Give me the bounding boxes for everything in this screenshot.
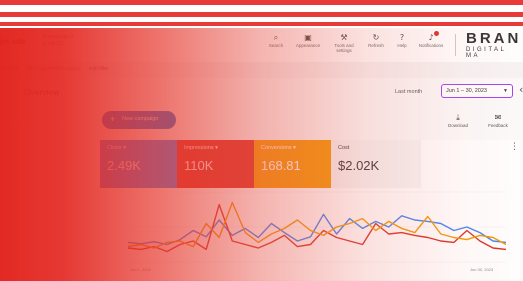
account-selector[interactable]: A campaign 2 ic ma C3 bbox=[43, 34, 73, 48]
account-name: A campaign 2 bbox=[43, 34, 74, 40]
download-label: Download bbox=[447, 123, 468, 128]
x-axis-start-label: Jun 1, 2023 bbox=[130, 267, 151, 272]
metric-value: 2.49K bbox=[107, 158, 141, 173]
chevron-down-icon: ▼ bbox=[503, 88, 508, 94]
notification-badge bbox=[434, 31, 439, 36]
notifications-button[interactable]: ♪ Notifications bbox=[413, 32, 449, 48]
search-label: Search bbox=[268, 43, 284, 48]
metric-name: Clicks ▾ bbox=[107, 145, 126, 151]
breadcrumb: Enabled All programme Enabled Add filter bbox=[0, 66, 117, 72]
metric-tile-conversions[interactable]: Conversions ▾ 168.81 bbox=[254, 140, 331, 188]
breadcrumb-item[interactable]: Enabled bbox=[0, 66, 18, 72]
download-button[interactable]: ⤓ Download bbox=[443, 113, 473, 128]
metric-value: 110K bbox=[184, 158, 214, 173]
app-bar: ps ads A campaign 2 ic ma C3 ⌕ Search ▣ … bbox=[0, 28, 523, 62]
search-button[interactable]: ⌕ Search bbox=[258, 32, 294, 48]
page-title: Overview bbox=[24, 87, 60, 97]
metric-tile-clicks[interactable]: Clicks ▾ 2.49K bbox=[100, 140, 177, 188]
metric-value: $2.02K bbox=[338, 158, 380, 173]
notifications-label: Notifications bbox=[418, 43, 444, 48]
top-stripe-3 bbox=[0, 22, 523, 26]
x-axis-end-label: Jun 30, 2023 bbox=[470, 267, 494, 272]
account-id: ic ma C3 bbox=[43, 41, 63, 47]
tools-settings-button[interactable]: ⚒ Tools and settings bbox=[326, 32, 362, 53]
ads-screen: ps ads A campaign 2 ic ma C3 ⌕ Search ▣ … bbox=[0, 28, 523, 281]
chevron-left-icon[interactable]: ‹ bbox=[519, 83, 523, 96]
top-stripe-2 bbox=[0, 12, 523, 17]
more-options-icon[interactable]: ⋮ bbox=[510, 142, 519, 152]
feedback-icon: ✉ bbox=[494, 113, 502, 122]
tools-label-line2: settings bbox=[336, 48, 352, 53]
appearance-button[interactable]: ▣ Appearance bbox=[290, 32, 326, 48]
search-icon: ⌕ bbox=[273, 33, 279, 42]
new-campaign-button[interactable]: + New campaign bbox=[102, 111, 176, 129]
appearance-icon: ▣ bbox=[304, 33, 312, 42]
metric-name: Conversions ▾ bbox=[261, 145, 296, 151]
metric-name: Cost bbox=[338, 145, 350, 151]
refresh-label: Refresh bbox=[368, 43, 384, 48]
plus-icon: + bbox=[110, 114, 116, 124]
brand-logo: BRAN DIGITAL MA bbox=[466, 30, 523, 60]
toolbar-divider bbox=[455, 34, 456, 56]
help-label: Help bbox=[397, 43, 407, 48]
performance-card: Clicks ▾ 2.49K Impressions ▾ 110K Conver… bbox=[100, 140, 520, 280]
metric-name: Impressions ▾ bbox=[184, 145, 218, 151]
metric-tile-cost[interactable]: Cost $2.02K bbox=[331, 140, 421, 188]
series-line-clicks bbox=[127, 213, 507, 246]
appearance-label: Appearance bbox=[295, 43, 321, 48]
brand-tagline: DIGITAL MA bbox=[466, 47, 507, 59]
date-range-picker[interactable]: Jun 1 – 30, 2023 ▼ bbox=[441, 84, 513, 98]
brand-name: BRAN bbox=[466, 30, 522, 47]
top-stripe-1 bbox=[0, 0, 523, 5]
date-range-label: Last month bbox=[395, 89, 423, 95]
new-campaign-label: New campaign bbox=[122, 116, 159, 122]
bell-icon: ♪ bbox=[428, 33, 434, 42]
wrench-icon: ⚒ bbox=[340, 33, 348, 42]
download-icon: ⤓ bbox=[456, 113, 460, 122]
overview-panel: Overview Last month Jun 1 – 30, 2023 ▼ ‹… bbox=[14, 78, 523, 281]
performance-line-chart bbox=[127, 191, 507, 263]
add-filter-link[interactable]: Add filter bbox=[89, 66, 109, 72]
breadcrumb-item[interactable]: All programme Enabled bbox=[27, 66, 79, 72]
feedback-label: Feedback bbox=[488, 123, 508, 128]
app-title: ps ads bbox=[0, 37, 26, 46]
date-range-value: Jun 1 – 30, 2023 bbox=[446, 88, 487, 94]
metric-tile-impressions[interactable]: Impressions ▾ 110K bbox=[177, 140, 254, 188]
feedback-button[interactable]: ✉ Feedback bbox=[483, 113, 513, 128]
metric-value: 168.81 bbox=[261, 158, 301, 173]
